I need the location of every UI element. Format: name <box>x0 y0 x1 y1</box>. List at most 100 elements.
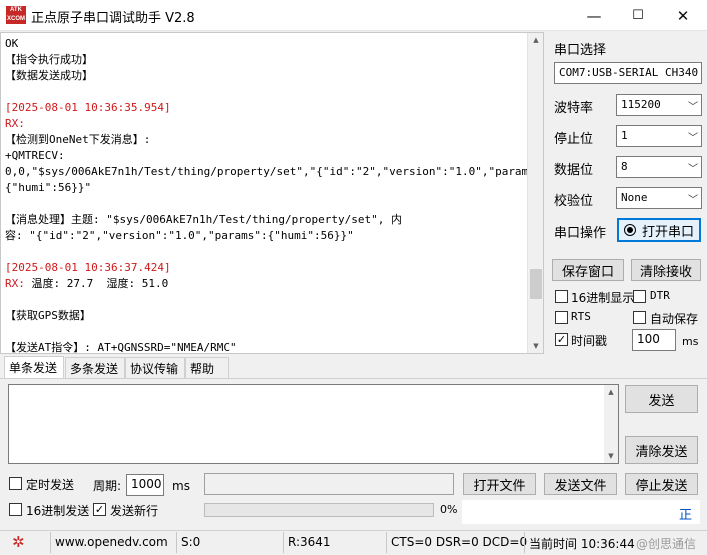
website-link[interactable]: www.openedv.com <box>50 532 175 553</box>
operation-label: 串口操作 <box>554 226 607 241</box>
receive-line: 0,0,"$sys/006AkE7n1h/Test/thing/property… <box>5 165 544 178</box>
stop-send-button[interactable]: 停止发送 <box>625 473 698 495</box>
baud-label: 波特率 <box>554 101 594 116</box>
close-icon[interactable]: ✕ <box>660 0 706 31</box>
maximize-icon[interactable]: ☐ <box>615 0 661 31</box>
rts-checkbox[interactable] <box>555 311 568 324</box>
stopbit-label: 停止位 <box>554 132 594 147</box>
timestamp-unit: ms <box>682 335 699 348</box>
period-unit: ms <box>172 479 190 493</box>
open-file-button[interactable]: 打开文件 <box>463 473 536 495</box>
chevron-down-icon: ﹀ <box>688 133 698 144</box>
settings-gear-icon[interactable]: ✲ <box>12 533 25 551</box>
chevron-down-icon: ﹀ <box>688 164 698 175</box>
timed-send-label: 定时发送 <box>26 478 75 492</box>
receive-line: 【指令执行成功】 <box>5 53 93 66</box>
receive-line: OK <box>5 37 19 50</box>
tab-multi-send[interactable]: 多条发送 <box>65 357 125 378</box>
receive-line <box>5 244 539 260</box>
scroll-down-icon[interactable]: ▼ <box>528 339 544 353</box>
stopbit-select[interactable]: 1 ﹀ <box>616 125 702 147</box>
databit-select[interactable]: 8 ﹀ <box>616 156 702 178</box>
dtr-label: DTR <box>650 289 670 302</box>
save-window-button[interactable]: 保存窗口 <box>552 259 624 281</box>
parity-value: None <box>621 191 648 204</box>
port-value: COM7:USB-SERIAL CH340 <box>559 66 699 79</box>
minimize-icon[interactable]: — <box>571 0 617 31</box>
receive-line: [2025-08-01 10:36:37.424] <box>5 261 171 274</box>
receive-line: 【消息处理】主题: "$sys/006AkE7n1h/Test/thing/pr… <box>5 213 403 226</box>
rts-label: RTS <box>571 310 591 323</box>
port-select-label: 串口选择 <box>554 43 607 58</box>
receive-line <box>5 84 539 100</box>
radio-indicator-icon <box>623 224 636 236</box>
window-title: 正点原子串口调试助手 V2.8 <box>31 11 195 26</box>
port-select[interactable]: COM7:USB-SERIAL CH340 <box>554 62 702 84</box>
parity-label: 校验位 <box>554 194 594 209</box>
dtr-checkbox[interactable] <box>633 290 646 303</box>
signal-status: CTS=0 DSR=0 DCD=0 <box>386 532 527 553</box>
chevron-down-icon: ﹀ <box>688 102 698 113</box>
tab-single-send[interactable]: 单条发送 <box>4 356 64 378</box>
baud-select[interactable]: 115200 ﹀ <box>616 94 702 116</box>
right-info-box <box>462 500 700 524</box>
databit-value: 8 <box>621 160 628 173</box>
scroll-thumb[interactable] <box>530 269 542 299</box>
received-count: R:3641 <box>283 532 385 553</box>
clear-receive-button[interactable]: 清除接收 <box>631 259 701 281</box>
scroll-down-icon[interactable]: ▼ <box>604 449 618 463</box>
clear-send-button[interactable]: 清除发送 <box>625 436 698 464</box>
receive-line: 【检测到OneNet下发消息】: <box>5 133 151 146</box>
timestamp-label: 时间戳 <box>571 334 608 348</box>
watermark-text: @创思通信 <box>636 537 697 551</box>
auto-save-checkbox[interactable] <box>633 311 646 324</box>
new-line-label: 发送新行 <box>110 504 159 518</box>
current-time: 当前时间 10:36:44 <box>524 532 644 553</box>
timestamp-interval-input[interactable]: 100 <box>632 329 676 351</box>
receive-line: 【数据发送成功】 <box>5 69 93 82</box>
open-port-button[interactable]: 打开串口 <box>617 218 701 242</box>
timestamp-checkbox[interactable]: ✓ <box>555 333 568 346</box>
tab-help[interactable]: 帮助 <box>185 357 229 378</box>
send-progress-bar <box>204 503 434 517</box>
receive-line <box>5 324 539 340</box>
right-link[interactable]: 正 <box>679 504 692 523</box>
parity-select[interactable]: None ﹀ <box>616 187 702 209</box>
send-file-button[interactable]: 发送文件 <box>544 473 617 495</box>
file-path-field[interactable] <box>204 473 454 495</box>
rx-prefix: RX: <box>5 277 25 290</box>
tab-protocol[interactable]: 协议传输 <box>125 357 185 378</box>
tab-divider <box>0 378 707 379</box>
receive-line: RX: 温度: 27.7 湿度: 51.0 <box>5 276 539 292</box>
baud-value: 115200 <box>621 98 661 111</box>
receive-scrollbar[interactable]: ▲ ▼ <box>527 33 543 353</box>
send-button[interactable]: 发送 <box>625 385 698 413</box>
receive-line: +QMTRECV: <box>5 149 65 162</box>
hex-send-checkbox[interactable] <box>9 503 22 516</box>
app-logo-icon: ATK XCOM <box>6 6 26 24</box>
databit-label: 数据位 <box>554 163 594 178</box>
scroll-up-icon[interactable]: ▲ <box>604 385 618 399</box>
period-input[interactable]: 1000 <box>126 474 164 496</box>
chevron-down-icon: ﹀ <box>688 195 698 206</box>
send-text-area[interactable] <box>8 384 619 464</box>
stopbit-value: 1 <box>621 129 628 142</box>
receive-line <box>5 196 539 212</box>
sent-count: S:0 <box>176 532 282 553</box>
hex-display-checkbox[interactable] <box>555 290 568 303</box>
rx-payload: 温度: 27.7 湿度: 51.0 <box>24 277 169 290</box>
receive-line: [2025-08-01 10:36:35.954] <box>5 101 171 114</box>
hex-send-label: 16进制发送 <box>26 504 90 518</box>
receive-line: RX: <box>5 117 25 130</box>
open-port-label: 打开串口 <box>641 224 694 240</box>
receive-line: 【获取GPS数据】 <box>5 309 91 322</box>
auto-save-label: 自动保存 <box>650 312 699 326</box>
scroll-up-icon[interactable]: ▲ <box>528 33 544 47</box>
new-line-checkbox[interactable]: ✓ <box>93 503 106 516</box>
receive-text-area[interactable]: OK 【指令执行成功】 【数据发送成功】 [2025-08-01 10:36:35.… <box>0 32 544 354</box>
timed-send-checkbox[interactable] <box>9 477 22 490</box>
receive-line: 【发送AT指令】: AT+QGNSSRD="NMEA/RMC" <box>5 341 237 354</box>
receive-line: {"humi":56}}" <box>5 181 92 194</box>
receive-line: 容: "{"id":"2","version":"1.0","params":{… <box>5 229 354 242</box>
send-scrollbar[interactable]: ▲ ▼ <box>604 385 618 463</box>
